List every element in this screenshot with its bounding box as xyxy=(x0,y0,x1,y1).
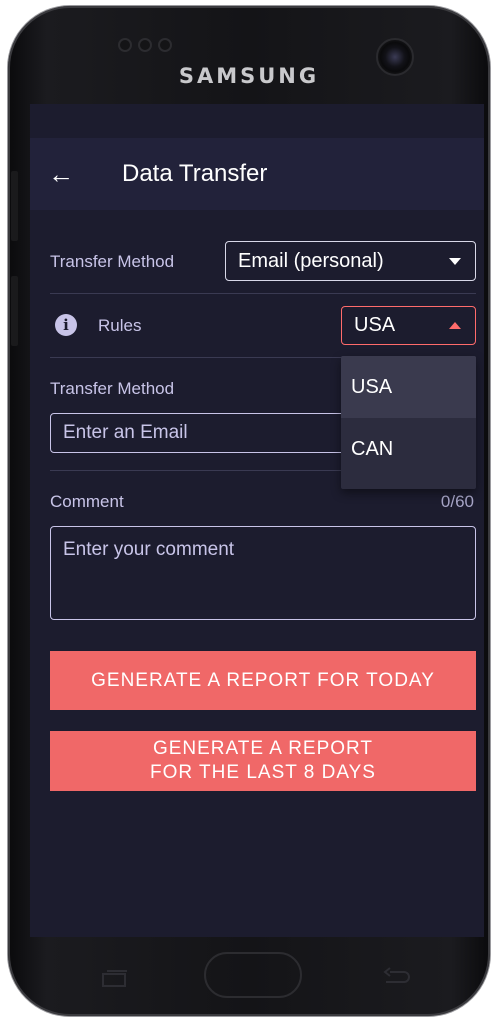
comment-label: Comment xyxy=(50,492,124,511)
transfer-method-label: Transfer Method xyxy=(50,252,175,271)
divider xyxy=(50,293,476,294)
app-screen: ← Data Transfer Transfer Method Email (p… xyxy=(30,104,484,937)
rules-value: USA xyxy=(354,314,396,336)
phone-frame: SAMSUNG ← Data Transfer Transfer Method … xyxy=(8,6,490,1016)
dropdown-option-usa[interactable]: USA xyxy=(341,356,476,418)
recent-apps-icon[interactable] xyxy=(100,968,130,993)
rules-select[interactable]: USA xyxy=(341,306,476,345)
comment-textarea[interactable]: Enter your comment xyxy=(50,526,476,620)
rules-dropdown-menu: USA CAN xyxy=(341,356,476,489)
sensor-dots xyxy=(118,38,172,52)
comment-counter: 0/60 xyxy=(440,492,474,511)
brand-logo: SAMSUNG xyxy=(178,64,320,88)
info-icon[interactable]: i xyxy=(55,314,77,336)
generate-today-button[interactable]: GENERATE A REPORT FOR TODAY xyxy=(50,651,476,710)
chevron-up-icon xyxy=(449,321,461,329)
dropdown-option-can[interactable]: CAN xyxy=(341,418,476,480)
front-camera xyxy=(376,38,414,76)
volume-button xyxy=(11,171,18,241)
back-icon[interactable] xyxy=(380,964,412,993)
button-line-2: FOR THE LAST 8 DAYS xyxy=(150,762,376,783)
page-title: Data Transfer xyxy=(122,160,268,187)
rules-label: Rules xyxy=(98,316,142,335)
email-label: Transfer Method xyxy=(50,379,175,398)
button-line-1: GENERATE A REPORT xyxy=(152,738,374,759)
chevron-down-icon xyxy=(449,258,461,265)
generate-last-8-days-button[interactable]: GENERATE A REPORT FOR THE LAST 8 DAYS xyxy=(50,731,476,791)
app-bar: ← Data Transfer xyxy=(30,138,484,210)
home-button[interactable] xyxy=(204,952,302,998)
transfer-method-value: Email (personal) xyxy=(238,249,384,272)
status-bar xyxy=(30,104,484,138)
transfer-method-select[interactable]: Email (personal) xyxy=(225,241,476,281)
power-button xyxy=(11,276,18,346)
arrow-left-icon[interactable]: ← xyxy=(48,161,74,187)
